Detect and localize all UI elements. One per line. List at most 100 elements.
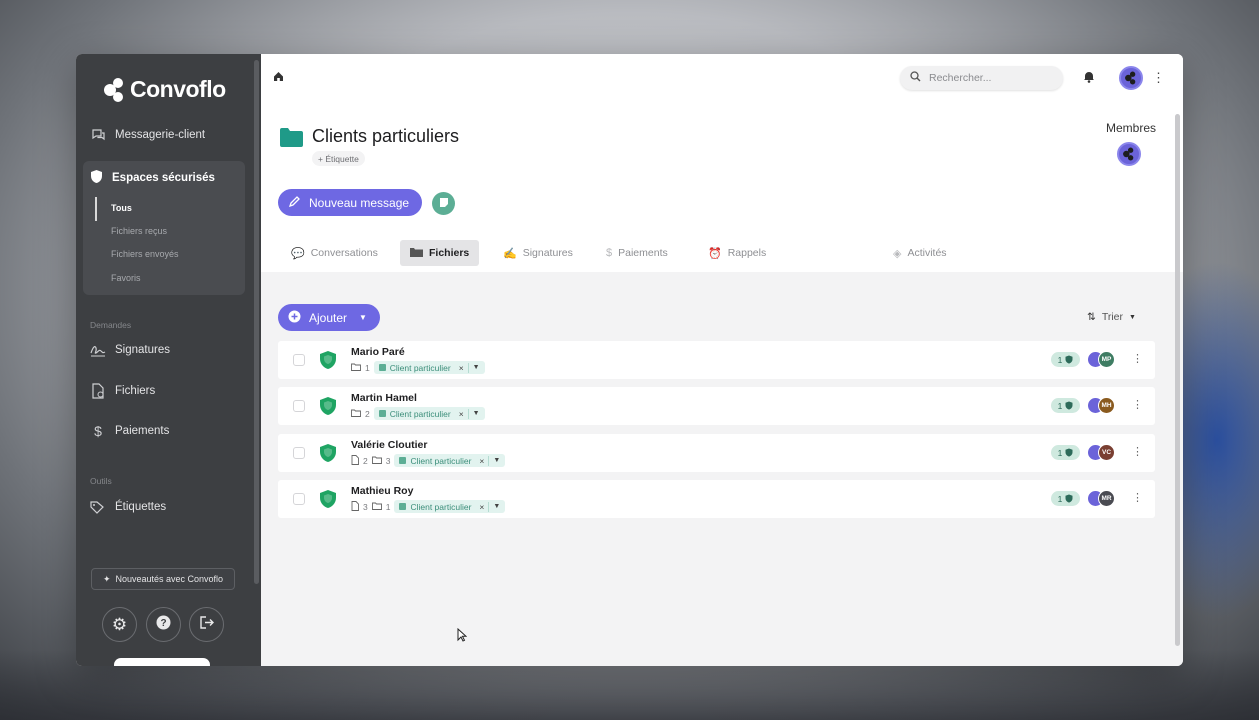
bell-icon[interactable] [1083,70,1095,86]
search-input[interactable]: Rechercher... [929,72,991,84]
signature-icon: ✍ [503,247,517,260]
signature-icon [90,342,106,358]
document-icon [351,454,359,467]
table-row[interactable]: Mathieu Roy 3 1 Client particulier × ▼ 1 MR … [278,480,1155,518]
table-row[interactable]: Mario Paré 1 Client particulier × ▼ 1 MP ⋮ [278,341,1155,379]
row-checkbox[interactable] [293,447,305,459]
row-checkbox[interactable] [293,400,305,412]
settings-button[interactable]: ⚙ [102,607,137,642]
dollar-icon: $ [606,247,613,259]
tag-color-swatch [378,410,386,417]
chevron-down-icon[interactable]: ▼ [493,457,500,464]
news-button-label: Nouveautés avec Convoflo [115,574,224,584]
folder-icon [371,502,382,512]
new-message-button[interactable]: Nouveau message [278,189,422,216]
row-checkbox[interactable] [293,354,305,366]
tab-rappels[interactable]: ⏰ Rappels [698,240,776,266]
folder-icon [410,247,423,260]
convoflo-logo-icon [104,77,123,102]
mouse-cursor [457,627,468,647]
sidebar-item-fichiers[interactable]: Fichiers [90,383,155,399]
row-checkbox[interactable] [293,493,305,505]
remove-tag-icon[interactable]: × [479,456,484,466]
note-icon [439,195,449,213]
table-row[interactable]: Valérie Cloutier 2 3 Client particulier × ▼ … [278,434,1155,472]
sidebar-item-messagerie[interactable]: Messagerie-client [90,127,205,143]
avatar: MH [1098,397,1115,414]
chevron-down-icon[interactable]: ▼ [473,364,480,371]
reminder-icon: ⏰ [708,247,722,260]
row-menu-icon[interactable]: ⋮ [1132,398,1143,411]
security-count: 1 [1057,400,1063,411]
chevron-down-icon[interactable]: ▼ [473,410,480,417]
avatar: VC [1098,444,1115,461]
tag-chip[interactable]: Client particulier × ▼ [373,361,485,374]
chevron-down-icon[interactable]: ▼ [493,503,500,510]
logo[interactable]: Convoflo [104,76,226,103]
file-icon [90,383,106,399]
row-name[interactable]: Valérie Cloutier [351,439,427,451]
tag-label: Client particulier [410,501,472,512]
row-menu-icon[interactable]: ⋮ [1132,445,1143,458]
sub-item-fichiers-envoyes[interactable]: Fichiers envoyés [111,249,179,259]
security-badge[interactable]: 1 [1051,445,1080,460]
main-scrollbar[interactable] [1175,114,1180,646]
row-avatars[interactable]: MR [1087,490,1117,507]
remove-tag-icon[interactable]: × [459,409,464,419]
add-tag-button[interactable]: + Étiquette [312,151,365,166]
remove-tag-icon[interactable]: × [479,502,484,512]
remove-tag-icon[interactable]: × [459,363,464,373]
sidebar-item-label: Signatures [115,344,170,356]
table-row[interactable]: Martin Hamel 2 Client particulier × ▼ 1 MH … [278,387,1155,425]
security-badge[interactable]: 1 [1051,398,1080,413]
avatar: MR [1098,490,1115,507]
logout-button[interactable] [189,607,224,642]
help-button[interactable]: ? [146,607,181,642]
tag-chip[interactable]: Client particulier × ▼ [394,500,506,513]
tab-signatures[interactable]: ✍ Signatures [493,240,583,266]
plus-circle-icon [288,310,301,326]
row-avatars[interactable]: MP [1087,351,1117,368]
row-name[interactable]: Mario Paré [351,346,405,358]
divider [467,408,469,419]
tab-conversations[interactable]: 💬 Conversations [281,240,388,266]
logo-text: Convoflo [130,76,226,102]
row-meta: 2 Client particulier × ▼ [351,407,485,420]
row-name[interactable]: Martin Hamel [351,392,417,404]
search-bar[interactable]: Rechercher... [900,66,1063,90]
tag-chip[interactable]: Client particulier × ▼ [394,454,506,467]
row-menu-icon[interactable]: ⋮ [1132,491,1143,504]
tab-paiements[interactable]: $ Paiements [596,240,678,266]
section-label-demandes: Demandes [90,320,132,330]
sort-button[interactable]: ⇅ Trier ▼ [1087,311,1136,323]
user-avatar[interactable] [1119,66,1143,90]
home-icon[interactable] [273,71,284,85]
security-badge[interactable]: 1 [1051,352,1080,367]
tab-activites[interactable]: ◈ Activités [883,240,957,266]
bottom-pill[interactable] [114,658,210,666]
sub-item-favoris[interactable]: Favoris [111,273,141,283]
tab-fichiers[interactable]: Fichiers [400,240,480,266]
sidebar-item-signatures[interactable]: Signatures [90,342,170,358]
sidebar-item-paiements[interactable]: $ Paiements [90,423,169,439]
row-avatars[interactable]: VC [1087,444,1117,461]
sidebar-item-etiquettes[interactable]: Étiquettes [90,499,166,515]
add-button[interactable]: Ajouter ▼ [278,304,380,331]
sub-item-tous[interactable]: Tous [111,203,132,213]
member-avatar[interactable] [1117,142,1141,166]
sub-item-fichiers-recus[interactable]: Fichiers reçus [111,226,167,236]
notes-button[interactable] [432,192,455,215]
news-button[interactable]: ✦ Nouveautés avec Convoflo [91,568,235,590]
row-avatars[interactable]: MH [1087,397,1117,414]
tag-chip[interactable]: Client particulier × ▼ [373,407,485,420]
security-badge[interactable]: 1 [1051,491,1080,506]
sparkle-icon: ✦ [102,573,111,584]
sidebar-item-label: Fichiers [115,385,156,397]
folder-icon [371,456,382,466]
app-window: Convoflo Messagerie-client Espaces sécur… [76,54,1183,666]
sidebar-item-espaces[interactable]: Espaces sécurisés [90,169,215,187]
more-options-icon[interactable]: ⋮ [1152,70,1165,86]
row-menu-icon[interactable]: ⋮ [1132,352,1143,365]
sidebar-scrollbar[interactable] [254,60,259,584]
row-name[interactable]: Mathieu Roy [351,485,413,497]
